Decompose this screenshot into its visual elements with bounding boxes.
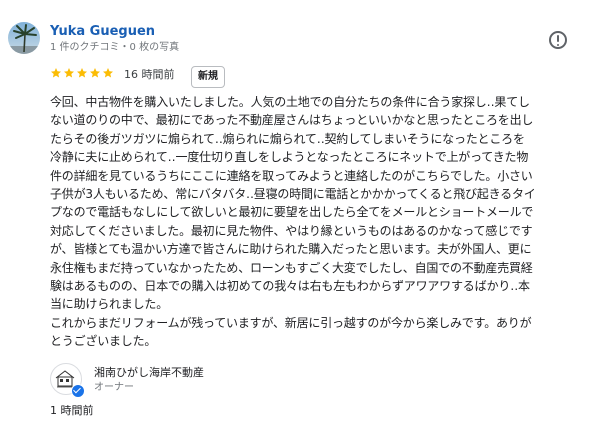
star-icon <box>77 68 87 78</box>
new-badge: 新規 <box>191 66 225 88</box>
review-body-line: 永住権もまだ持っていなかったため、ローンもすごく大変でしたし、自国での不動産売買… <box>50 260 533 275</box>
review-body-line: たらその後ガツガツに煽られて‥煽られに煽られて‥契約してしまいそうになったところ… <box>50 131 525 146</box>
reviewer-name[interactable]: Yuka Gueguen <box>50 24 155 40</box>
review-body-line: とうございました。 <box>50 334 157 349</box>
owner-logo[interactable] <box>50 363 85 398</box>
review-body-line: 今回、中古物件を購入いたしました。人気の土地での自分たちの条件に合う家探し‥果て… <box>50 95 530 109</box>
star-icon <box>90 68 100 78</box>
review-body-line: 冷静に夫に止められて‥一度仕切り直しをしようとなったところにネットで上がってきた… <box>50 150 529 165</box>
review-time: 16 時間前 <box>124 68 175 81</box>
palm-tree-avatar-icon <box>8 22 40 54</box>
reviewer-meta: 1 件のクチコミ・0 枚の写真 <box>50 42 180 53</box>
owner-reply-time: 1 時間前 <box>50 404 94 417</box>
star-icon <box>51 68 61 78</box>
review-body-line: 対応してくださいました。最初に見た物件、やはり縁というものはあるのかなって感じで… <box>50 223 533 238</box>
review-body-line: ない道のりの中で、最初にであった不動産屋さんはちょっといいかなと思ったところを出… <box>50 113 534 128</box>
review-body: 今回、中古物件を購入いたしました。人気の土地での自分たちの条件に合う家探し‥果て… <box>50 93 580 351</box>
review-body-line: 当に助けられました。 <box>50 297 169 312</box>
report-icon[interactable] <box>549 31 567 49</box>
reviewer-avatar[interactable] <box>8 22 40 54</box>
review-body-line: これからまだリフォームが残っていますが、新居に引っ越すのが今から楽しみです。あり… <box>50 315 532 330</box>
star-icon <box>64 68 74 78</box>
review-body-line: 件の詳細を見ているうちにここに連絡を取ってみようと連絡したのがこちらでした。小さ… <box>50 168 533 183</box>
star-rating <box>50 67 114 79</box>
verified-check-icon <box>71 384 85 398</box>
review-body-line: が、皆様とても温かい方達で皆さんに助けられた購入だったと思います。夫が外国人、更… <box>50 242 532 257</box>
star-icon <box>103 68 113 78</box>
review-body-line: 子供が3人もいるため、常にバタバタ‥昼寝の時間に電話とかかかってくると飛び起きる… <box>50 187 536 202</box>
review-body-line: プなので電話もなしにして欲しいと最初に要望を出したら全てをメールとショートメール… <box>50 205 534 220</box>
owner-name: 湘南ひがし海岸不動産 <box>94 366 204 379</box>
owner-role: オーナー <box>94 382 134 393</box>
review-body-line: 験はあるものの、日本での購入は初めての我々は右も左もわからずアワアワするばかり‥… <box>50 279 530 294</box>
